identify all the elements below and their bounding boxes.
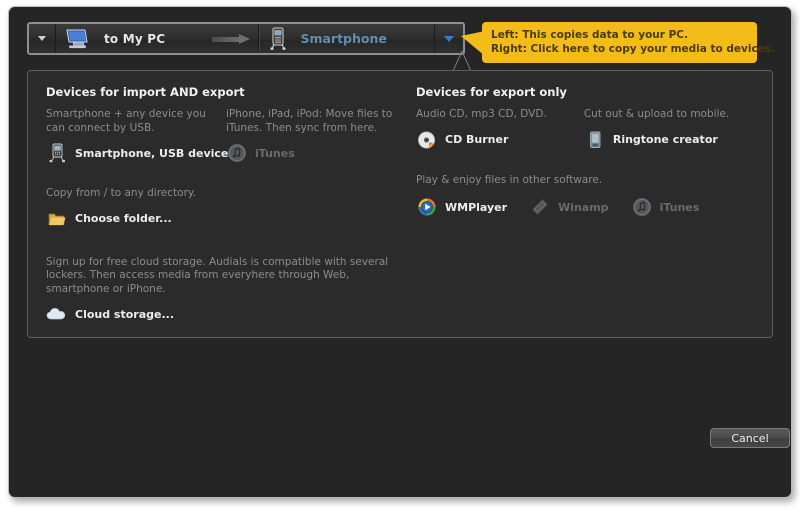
- cd-burner-icon: [416, 130, 438, 150]
- cd-burner-item[interactable]: CD Burner: [416, 129, 584, 151]
- cancel-button[interactable]: Cancel: [710, 428, 790, 448]
- cd-burner-group: Audio CD, mp3 CD, DVD. CD Burner: [416, 108, 584, 151]
- folder-group: Copy from / to any directory. Choose fol…: [46, 187, 416, 230]
- bar-divider: [258, 24, 261, 53]
- section-title-import-export: Devices for import AND export: [46, 85, 245, 99]
- players-group: Play & enjoy files in other software. WM…: [416, 174, 761, 219]
- import-export-column: Devices for import AND export Smartphone…: [46, 85, 416, 325]
- import-export-items: Smartphone + any device you can connect …: [46, 108, 416, 164]
- devices-panel: Devices for import AND export Smartphone…: [27, 70, 773, 338]
- wmplayer-icon: [416, 197, 438, 217]
- target-device-dropdown-button[interactable]: [433, 24, 463, 53]
- itunes-import-group: iPhone, iPad, iPod: Move files to iTunes…: [226, 108, 416, 164]
- itunes-import-description: iPhone, iPad, iPod: Move files to iTunes…: [226, 108, 393, 134]
- smartphone-usb-device-item[interactable]: Smartphone, USB device: [46, 142, 229, 164]
- winamp-label: Winamp: [558, 200, 609, 214]
- source-label: to My PC: [104, 31, 166, 46]
- cloud-storage-label: Cloud storage...: [75, 307, 175, 321]
- callout-tooltip: Left: This copies data to your PC. Right…: [482, 22, 776, 63]
- itunes-import-item[interactable]: iTunes: [226, 142, 416, 164]
- itunes-player-item[interactable]: iTunes: [631, 196, 700, 218]
- ringtone-group: Cut out & upload to mobile. Ringtone cre…: [584, 108, 761, 151]
- cloud-group: Sign up for free cloud storage. Audials …: [46, 256, 416, 326]
- usb-device-description: Smartphone + any device you can connect …: [46, 108, 206, 134]
- usb-device-group: Smartphone + any device you can connect …: [46, 108, 229, 164]
- cloud-description: Sign up for free cloud storage. Audials …: [46, 255, 389, 295]
- arrow-right-icon: [212, 33, 252, 44]
- source-dropdown-button[interactable]: [29, 24, 56, 53]
- caret-down-blue-icon: [443, 35, 454, 42]
- ringtone-description: Cut out & upload to mobile.: [583, 108, 730, 120]
- cd-burner-description: Audio CD, mp3 CD, DVD.: [416, 108, 547, 120]
- folder-icon: [46, 209, 68, 229]
- folder-description: Copy from / to any directory.: [46, 187, 196, 199]
- audials-transfer-window: to My PC Smartphone Left: This copies da…: [8, 6, 792, 498]
- smartphone-usb-icon: [46, 143, 68, 163]
- export-only-column: Devices for export only Audio CD, mp3 CD…: [416, 85, 761, 218]
- itunes-icon: [631, 197, 653, 217]
- choose-folder-label: Choose folder...: [75, 212, 172, 225]
- callout-line-2: Right: Click here to copy your media to …: [491, 43, 776, 55]
- itunes-import-label: iTunes: [255, 146, 295, 160]
- players-description: Play & enjoy files in other software.: [416, 173, 603, 186]
- wmplayer-label: WMPlayer: [445, 200, 508, 214]
- monitor-icon: [64, 28, 90, 50]
- wmplayer-item[interactable]: WMPlayer: [416, 196, 507, 218]
- section-title-export-only: Devices for export only: [416, 85, 567, 99]
- transfer-direction-bar[interactable]: to My PC Smartphone: [27, 22, 465, 55]
- ringtone-icon: [584, 130, 606, 150]
- winamp-icon: [529, 197, 551, 217]
- cloud-icon: [46, 304, 68, 324]
- smartphone-icon: [268, 27, 288, 51]
- callout-line-1: Left: This copies data to your PC.: [491, 29, 688, 41]
- direction-arrow-group: Smartphone: [212, 24, 387, 53]
- cd-burner-label: CD Burner: [445, 133, 509, 146]
- cloud-storage-item[interactable]: Cloud storage...: [46, 303, 416, 325]
- itunes-player-label: iTunes: [659, 200, 700, 214]
- smartphone-usb-device-label: Smartphone, USB device: [75, 146, 229, 160]
- ringtone-creator-item[interactable]: Ringtone creator: [584, 129, 761, 151]
- choose-folder-item[interactable]: Choose folder...: [46, 208, 416, 230]
- players-row: WMPlayer Winamp iTunes: [416, 194, 761, 218]
- winamp-item[interactable]: Winamp: [529, 196, 609, 218]
- ringtone-creator-label: Ringtone creator: [612, 133, 718, 146]
- export-only-items: Audio CD, mp3 CD, DVD. CD Burner Cut out…: [416, 108, 761, 151]
- caret-down-icon: [38, 36, 46, 41]
- itunes-icon: [226, 143, 248, 163]
- target-device-label: Smartphone: [300, 31, 387, 46]
